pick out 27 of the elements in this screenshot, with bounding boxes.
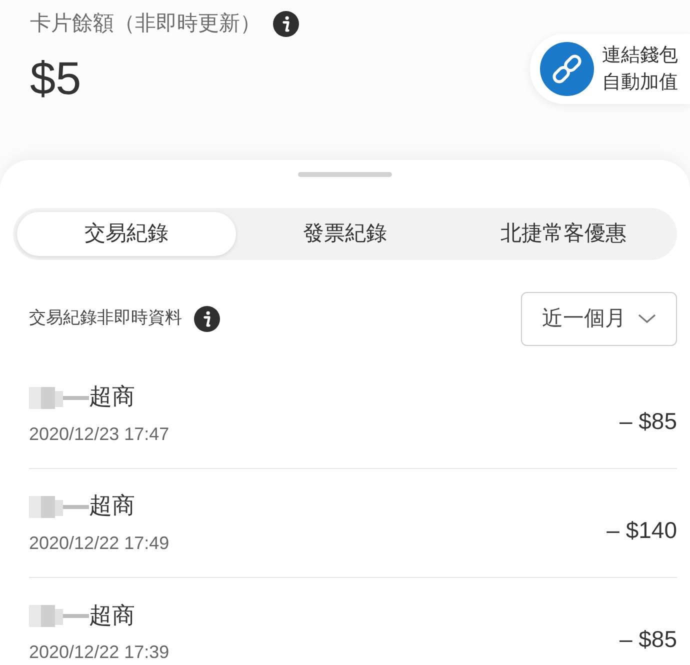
balance-label: 卡片餘額（非即時更新） (30, 10, 261, 37)
transaction-datetime: 2020/12/23 17:47 (29, 422, 170, 446)
merchant-name: 超商 (89, 383, 135, 412)
tab[interactable]: 發票紀錄 (236, 212, 454, 256)
transaction-datetime: 2020/12/22 17:39 (29, 641, 170, 664)
redaction-blur (29, 603, 89, 629)
info-icon[interactable] (194, 306, 220, 332)
tab[interactable]: 北捷常客優惠 (454, 212, 674, 256)
transaction-datetime: 2020/12/22 17:49 (29, 532, 170, 555)
transaction-amount: – $140 (606, 516, 677, 545)
drag-handle[interactable] (298, 172, 392, 177)
merchant-name: 超商 (89, 602, 135, 631)
info-icon[interactable] (273, 10, 299, 37)
transaction-amount: – $85 (619, 406, 677, 436)
redaction-blur (29, 384, 89, 410)
tab[interactable]: 交易紀錄 (17, 212, 236, 256)
merchant-name: 超商 (89, 492, 135, 522)
transaction-amount: – $85 (619, 625, 677, 654)
notice-text: 交易紀錄非即時資料 (29, 307, 182, 330)
balance-amount: $5 (30, 50, 82, 106)
link-wallet-line: 連結錢包 (602, 43, 678, 68)
period-dropdown[interactable]: 近一個月 (521, 292, 677, 346)
redaction-blur (29, 494, 89, 520)
link-wallet-button[interactable]: 連結錢包 自動加值 (530, 34, 690, 104)
link-wallet-line: 自動加值 (602, 70, 678, 95)
link-icon (540, 42, 594, 96)
chevron-down-icon (638, 314, 656, 324)
